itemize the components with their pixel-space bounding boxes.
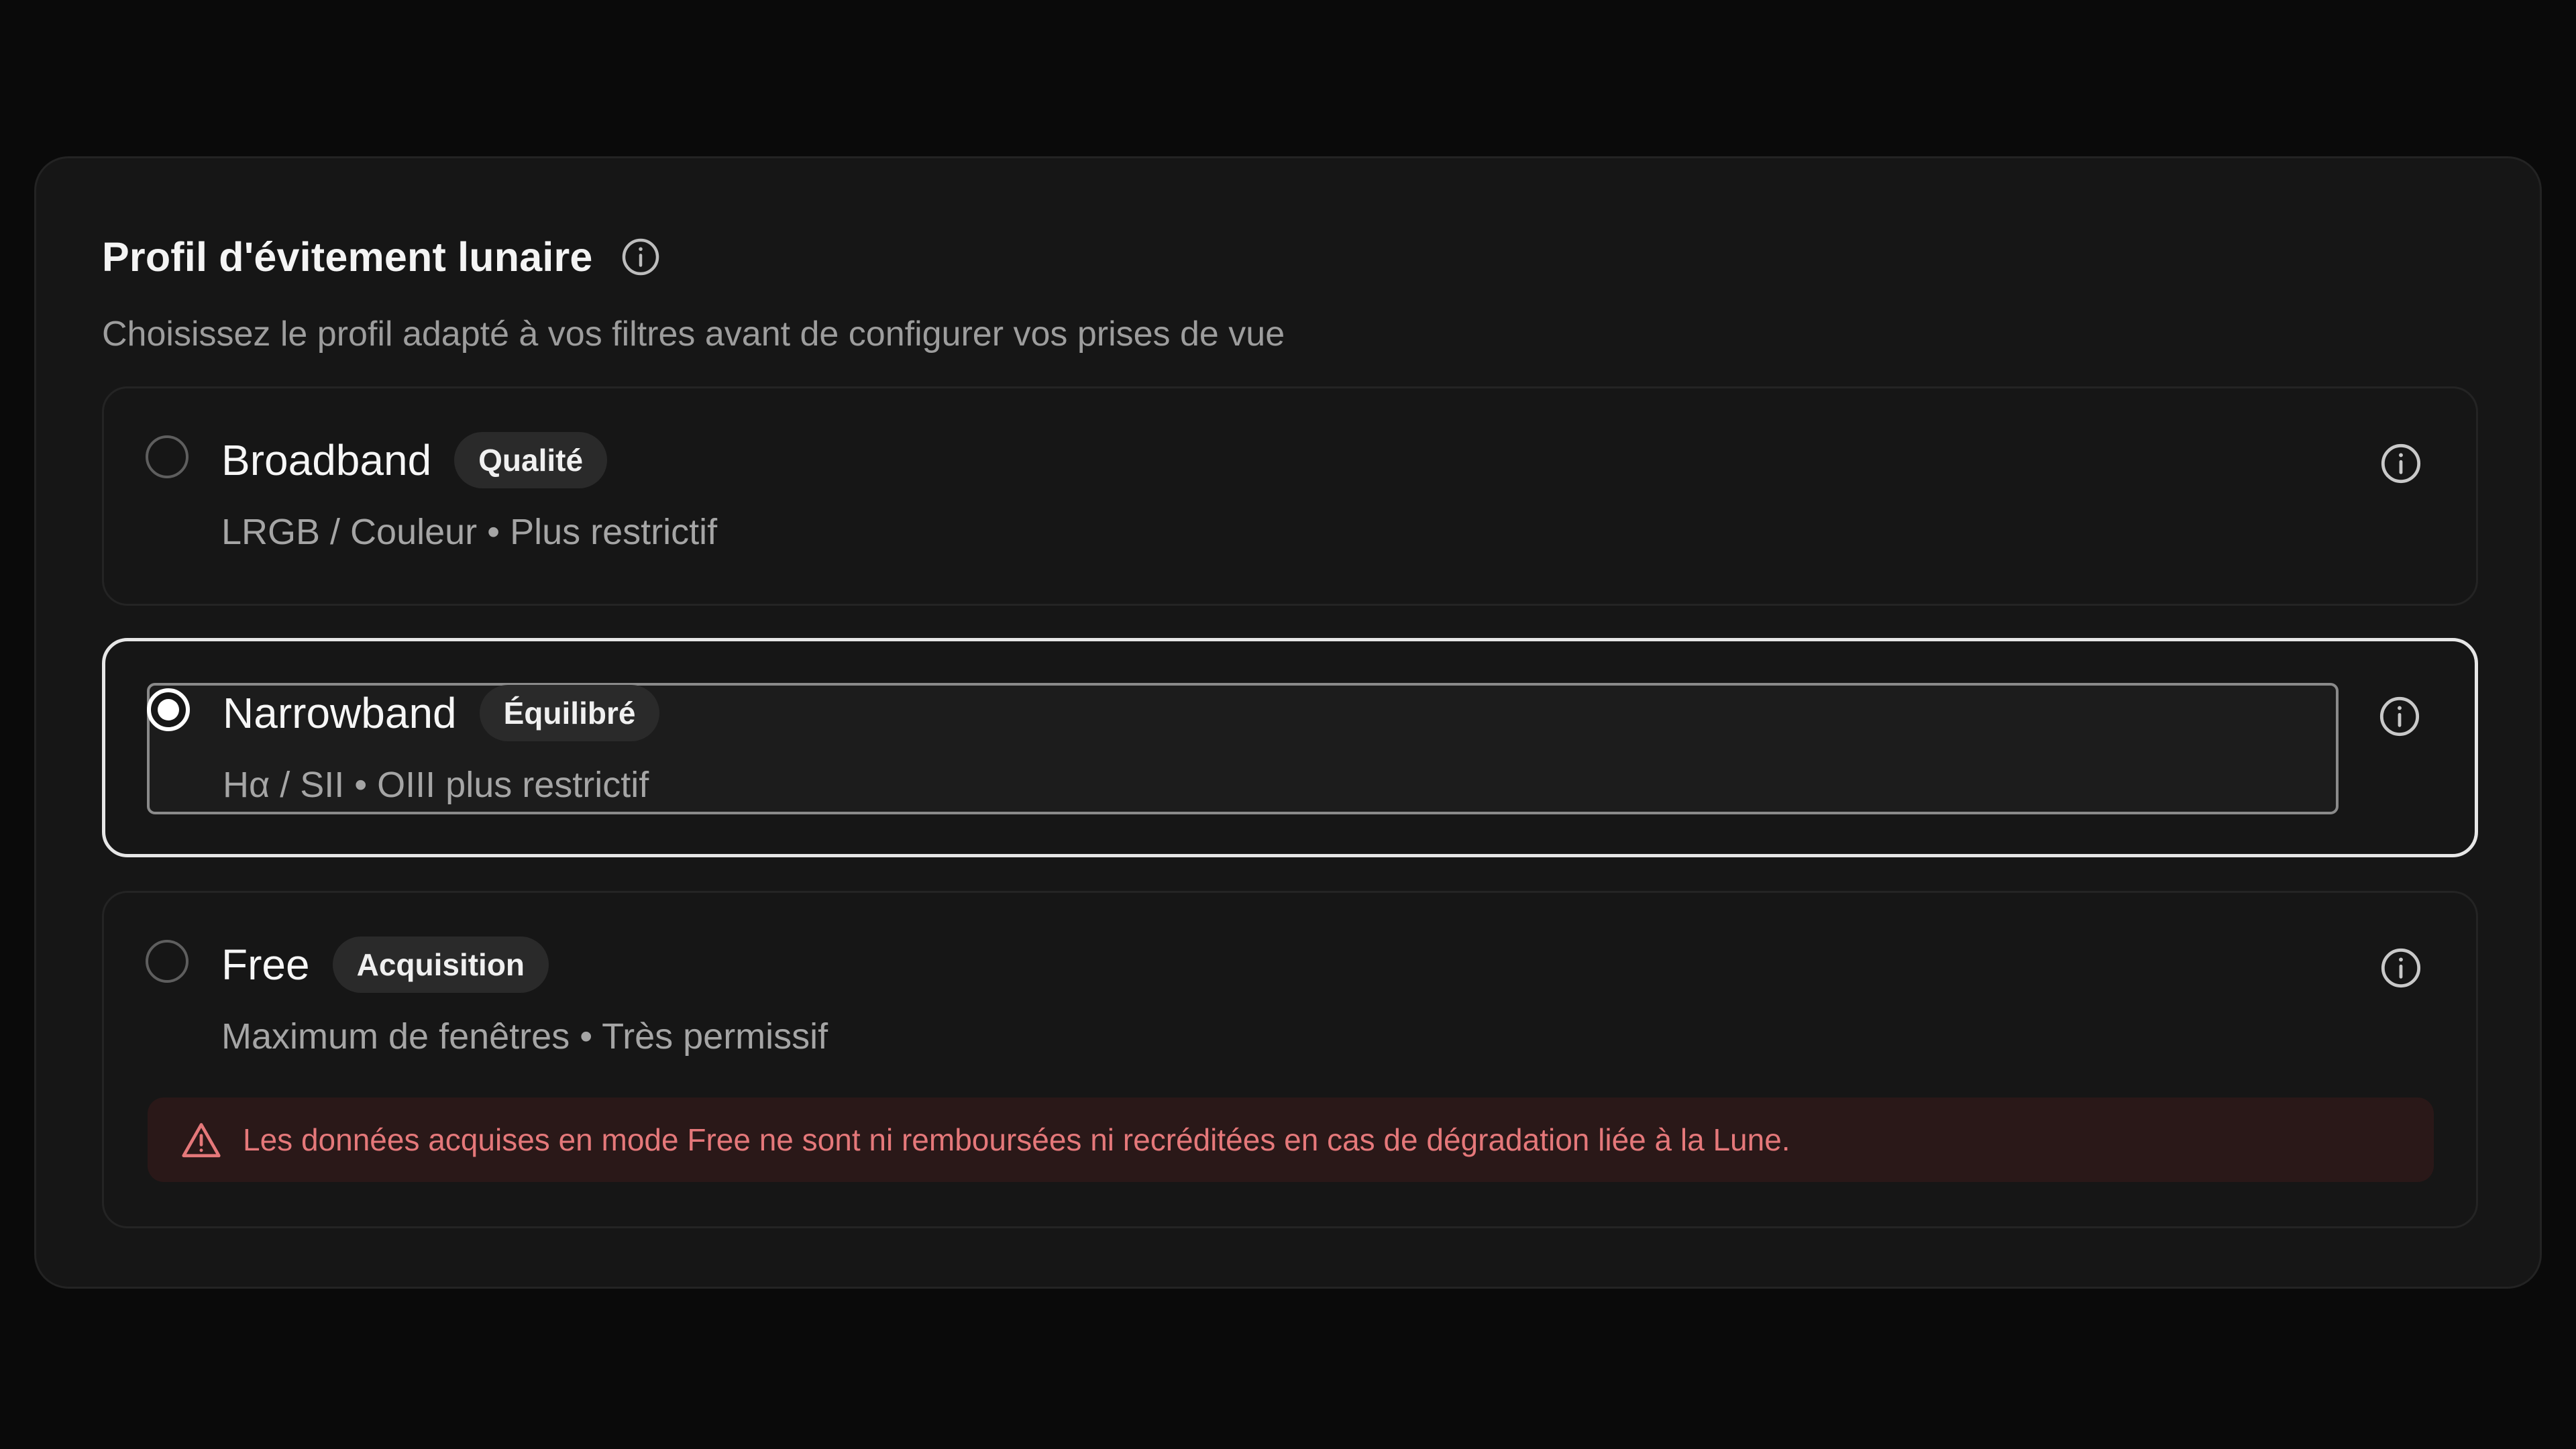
panel-subtitle: Choisissez le profil adapté à vos filtre…: [102, 315, 1285, 354]
profile-option-narrowband[interactable]: Narrowband Équilibré Hα / SII • OIII plu…: [102, 638, 2478, 857]
panel-title: Profil d'évitement lunaire: [102, 234, 593, 280]
option-name: Free: [221, 941, 310, 989]
info-icon[interactable]: [2378, 695, 2421, 738]
option-name: Broadband: [221, 436, 432, 484]
option-header: Broadband Qualité: [221, 432, 608, 488]
profile-option-broadband[interactable]: Broadband Qualité LRGB / Couleur • Plus …: [102, 386, 2478, 606]
moon-avoidance-panel: Profil d'évitement lunaire Choisissez le…: [34, 156, 2542, 1289]
radio-narrowband[interactable]: [147, 688, 190, 731]
radio-free[interactable]: [146, 940, 189, 983]
option-description: Maximum de fenêtres • Très permissif: [221, 1016, 828, 1057]
option-description: LRGB / Couleur • Plus restrictif: [221, 512, 718, 552]
option-name: Narrowband: [223, 689, 457, 737]
info-icon[interactable]: [2379, 442, 2422, 485]
option-tag: Équilibré: [479, 685, 660, 741]
radio-broadband[interactable]: [146, 435, 189, 478]
option-tag: Acquisition: [332, 936, 549, 993]
free-mode-warning: Les données acquises en mode Free ne son…: [148, 1097, 2434, 1182]
option-tag: Qualité: [454, 432, 608, 488]
info-icon[interactable]: [620, 236, 661, 278]
warning-triangle-icon: [181, 1121, 221, 1159]
option-header: Free Acquisition: [221, 936, 549, 993]
panel-header: Profil d'évitement lunaire: [102, 233, 661, 280]
warning-text: Les données acquises en mode Free ne son…: [243, 1122, 1790, 1157]
option-description: Hα / SII • OIII plus restrictif: [223, 765, 649, 805]
option-header: Narrowband Équilibré: [223, 685, 660, 741]
info-icon[interactable]: [2379, 947, 2422, 989]
profile-option-free[interactable]: Free Acquisition Maximum de fenêtres • T…: [102, 891, 2478, 1228]
